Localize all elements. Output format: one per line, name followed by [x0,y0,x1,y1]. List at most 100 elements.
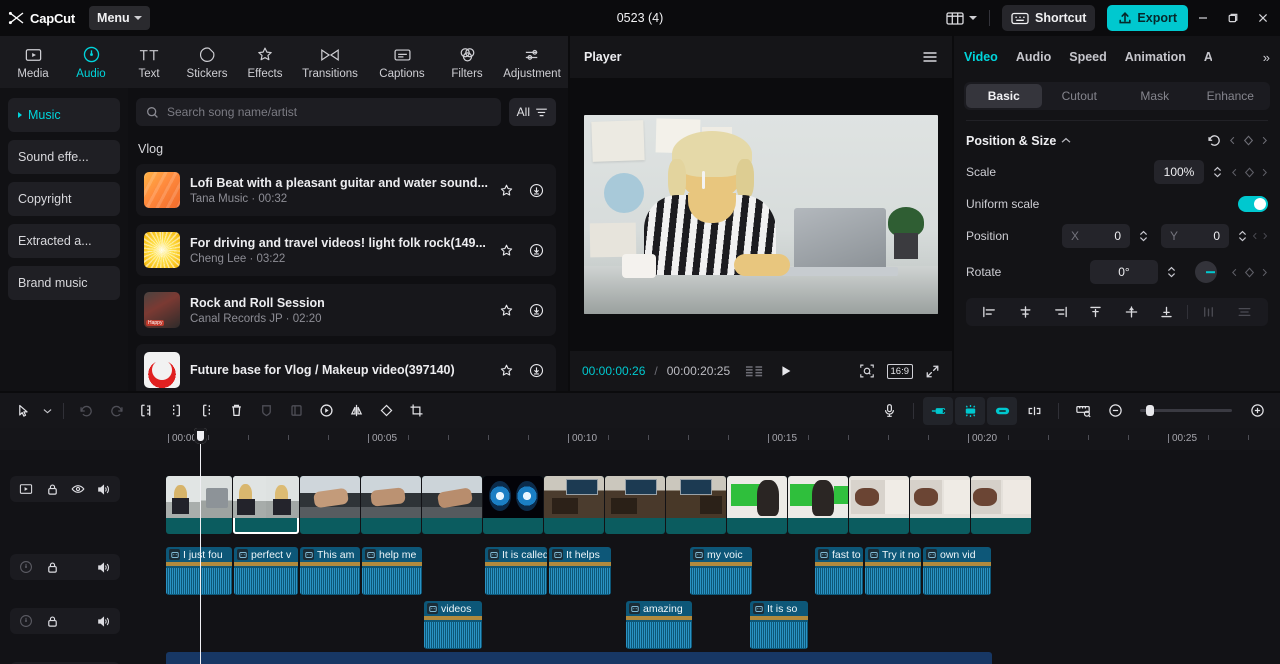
chevron-double-right-icon[interactable]: » [1263,50,1270,65]
video-clip[interactable] [849,476,909,534]
volume-icon[interactable] [93,557,115,577]
category-music[interactable]: Music [8,98,120,132]
list-item[interactable]: For driving and travel videos! light fol… [136,224,556,276]
audio-clip[interactable]: fast to [815,547,863,595]
zoom-slider[interactable] [1140,405,1232,416]
filter-all-button[interactable]: All [508,98,556,126]
segment-cutout[interactable]: Cutout [1042,84,1118,108]
link-icon[interactable] [987,396,1017,425]
category-sound-effects[interactable]: Sound effe... [8,140,120,174]
audio-clip[interactable]: videos [424,601,482,649]
tab-animation[interactable]: Animation [1125,50,1186,64]
keyframe-next-icon[interactable] [1262,232,1268,240]
keyframe-prev-icon[interactable] [1229,136,1236,145]
zoom-in-icon[interactable] [1242,397,1272,425]
scale-input[interactable]: 100% [1154,160,1204,184]
redo-icon[interactable] [101,397,131,425]
aspect-ratio-button[interactable]: 16:9 [886,363,913,379]
category-extracted-audio[interactable]: Extracted a... [8,224,120,258]
shortcut-button[interactable]: Shortcut [1002,5,1096,31]
download-icon[interactable] [526,180,546,200]
rotate-icon[interactable] [371,397,401,425]
video-clip[interactable] [544,476,604,534]
trim-end-icon[interactable] [191,397,221,425]
tab-video[interactable]: Video [964,50,998,64]
video-clip[interactable] [361,476,421,534]
timeline[interactable]: 00:00 00:05 00:10 00:15 00:20 00:25 I ju… [0,428,1280,664]
zoom-fit-icon[interactable] [859,363,875,379]
audio-clip[interactable]: This am [300,547,360,595]
keyframe-next-icon[interactable] [1261,136,1268,145]
play-icon[interactable] [779,364,793,378]
favorite-icon[interactable] [496,300,516,320]
mic-icon[interactable] [874,397,904,425]
segment-enhance[interactable]: Enhance [1193,84,1269,108]
video-clip[interactable] [233,476,299,534]
preview-scale-icon[interactable] [1068,397,1098,425]
position-x-stepper[interactable] [1135,230,1151,242]
split-icon[interactable] [131,397,161,425]
unlink-icon[interactable] [1019,397,1049,425]
search-input[interactable] [167,105,491,119]
download-icon[interactable] [526,240,546,260]
keyframe-prev-icon[interactable] [1231,168,1238,177]
freeze-icon[interactable] [281,397,311,425]
tab-audio[interactable]: Audio [62,37,120,87]
rotate-dial[interactable] [1195,261,1217,283]
video-clip[interactable] [788,476,848,534]
tab-media[interactable]: Media [4,37,62,87]
audio-clip[interactable]: Try it no [865,547,921,595]
lock-icon[interactable] [41,479,63,499]
audio-clip[interactable]: help me [362,547,422,595]
volume-icon[interactable] [93,479,115,499]
keyframe-prev-icon[interactable] [1252,232,1258,240]
quality-icon[interactable] [745,364,764,378]
keyframe-next-icon[interactable] [1261,268,1268,277]
favorite-icon[interactable] [496,180,516,200]
favorite-icon[interactable] [496,360,516,380]
tab-stickers[interactable]: Stickers [178,37,236,87]
layout-switcher[interactable] [945,10,978,26]
download-icon[interactable] [526,360,546,380]
uniform-scale-toggle[interactable] [1238,196,1268,212]
tab-text[interactable]: Text [120,37,178,87]
align-right-icon[interactable] [1043,305,1078,319]
audio-clip[interactable]: perfect v [234,547,298,595]
favorite-icon[interactable] [496,240,516,260]
video-clip[interactable] [666,476,726,534]
video-clip[interactable] [422,476,482,534]
tab-transitions[interactable]: Transitions [294,37,366,87]
video-clip[interactable] [910,476,970,534]
position-y-stepper[interactable] [1234,230,1250,242]
music-clip[interactable] [166,652,992,664]
audio-clip[interactable]: I just fou [166,547,232,595]
category-brand-music[interactable]: Brand music [8,266,120,300]
minimize-button[interactable] [1188,1,1218,35]
export-button[interactable]: Export [1107,5,1188,31]
undo-icon[interactable] [71,397,101,425]
beat-icon[interactable] [955,396,985,425]
align-bottom-icon[interactable] [1149,305,1184,319]
align-center-horizontal-icon[interactable] [1007,305,1042,319]
zoom-out-icon[interactable] [1100,397,1130,425]
tab-adjustment-inspector[interactable]: A [1204,50,1212,64]
eye-icon[interactable] [67,479,89,499]
select-icon[interactable] [8,397,38,425]
video-track-icon[interactable] [15,479,37,499]
volume-icon[interactable] [93,611,115,631]
video-clip[interactable] [300,476,360,534]
video-clip[interactable] [727,476,787,534]
scale-stepper[interactable] [1209,166,1225,178]
maximize-button[interactable] [1218,1,1248,35]
trim-start-icon[interactable] [161,397,191,425]
zoom-slider-knob[interactable] [1146,405,1154,416]
lock-icon[interactable] [41,557,63,577]
crop-icon[interactable] [401,397,431,425]
audio-track-icon[interactable] [15,611,37,631]
reset-icon[interactable] [1207,133,1222,148]
video-clip[interactable] [483,476,543,534]
delete-icon[interactable] [221,397,251,425]
position-y-input[interactable]: Y 0 [1161,224,1229,248]
tab-audio-inspector[interactable]: Audio [1016,50,1051,64]
audio-clip[interactable]: my voic [690,547,752,595]
